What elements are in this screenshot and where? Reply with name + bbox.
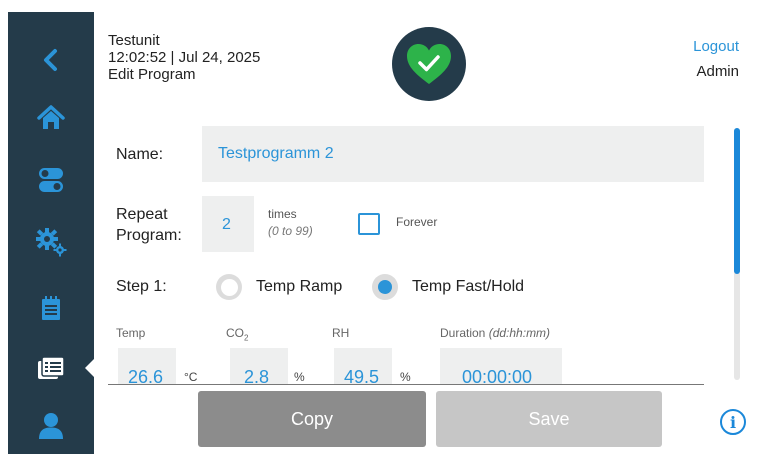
logout-link[interactable]: Logout xyxy=(693,38,739,55)
home-button[interactable] xyxy=(8,92,94,144)
temp-ramp-label: Temp Ramp xyxy=(256,278,343,295)
name-value: Testprogramm 2 xyxy=(218,145,334,162)
toggle-switches-icon xyxy=(39,168,63,192)
copy-button[interactable]: Copy xyxy=(198,391,426,447)
controls-button[interactable] xyxy=(8,154,94,206)
user-button[interactable] xyxy=(8,400,94,452)
co2-unit: % xyxy=(294,370,305,384)
settings-button[interactable] xyxy=(8,216,94,268)
header-info: Testunit 12:02:52 | Jul 24, 2025 Edit Pr… xyxy=(108,32,260,83)
unit-name: Testunit xyxy=(108,32,160,49)
times-label: times xyxy=(268,207,297,221)
scrollbar-thumb[interactable] xyxy=(734,128,740,274)
user-icon xyxy=(39,413,63,439)
repeat-label: Repeat Program: xyxy=(116,204,182,246)
co2-label: CO2 xyxy=(226,326,249,343)
temp-fast-hold-radio[interactable] xyxy=(372,274,398,300)
temp-ramp-radio[interactable] xyxy=(216,274,242,300)
sidebar xyxy=(8,12,95,454)
home-icon xyxy=(37,105,65,129)
heart-check-icon xyxy=(407,44,451,84)
status-indicator[interactable] xyxy=(392,27,466,101)
chevron-left-icon xyxy=(44,49,57,71)
active-indicator xyxy=(85,358,95,378)
radio-inner xyxy=(220,278,238,296)
datetime: 12:02:52 | Jul 24, 2025 xyxy=(108,49,261,66)
forever-label: Forever xyxy=(396,215,438,229)
temp-fast-hold-label: Temp Fast/Hold xyxy=(412,278,525,295)
user-role: Admin xyxy=(696,63,739,80)
step-label: Step 1: xyxy=(116,278,167,295)
temp-value: 26.6 xyxy=(128,367,164,384)
screen: Testunit 12:02:52 | Jul 24, 2025 Edit Pr… xyxy=(0,0,757,454)
times-range: (0 to 99) xyxy=(268,224,313,238)
temp-input[interactable]: 26.6 xyxy=(118,348,176,384)
repeat-label-line1: Repeat xyxy=(116,206,168,223)
program-form: Name: Testprogramm 2 Repeat Program: 2 t… xyxy=(96,108,712,384)
notepad-icon xyxy=(42,296,60,320)
rh-input[interactable]: 49.5 xyxy=(334,348,392,384)
logbook-button[interactable] xyxy=(8,282,94,334)
screen-title: Edit Program xyxy=(108,66,196,83)
temp-unit: °C xyxy=(184,370,198,384)
rh-unit: % xyxy=(400,370,411,384)
name-input[interactable]: Testprogramm 2 xyxy=(202,126,704,182)
duration-input[interactable]: 00:00:00 xyxy=(440,348,562,384)
forever-checkbox[interactable] xyxy=(358,213,380,235)
duration-value: 00:00:00 xyxy=(462,367,533,384)
rh-label: RH xyxy=(332,326,350,340)
radio-dot xyxy=(378,280,392,294)
program-list-icon xyxy=(38,356,65,379)
co2-input[interactable]: 2.8 xyxy=(230,348,288,384)
rh-value: 49.5 xyxy=(344,367,380,384)
programs-button[interactable] xyxy=(8,342,95,394)
repeat-value: 2 xyxy=(222,216,231,233)
repeat-input[interactable]: 2 xyxy=(202,196,254,252)
duration-label: Duration (dd:hh:mm) xyxy=(440,326,551,340)
info-icon[interactable]: i xyxy=(720,409,746,435)
save-button[interactable]: Save xyxy=(436,391,662,447)
divider xyxy=(108,384,704,385)
back-button[interactable] xyxy=(8,34,94,86)
name-label: Name: xyxy=(116,146,164,163)
temp-label: Temp xyxy=(116,326,146,340)
repeat-label-line2: Program: xyxy=(116,227,182,244)
gears-icon xyxy=(36,228,67,257)
co2-value: 2.8 xyxy=(244,367,270,384)
